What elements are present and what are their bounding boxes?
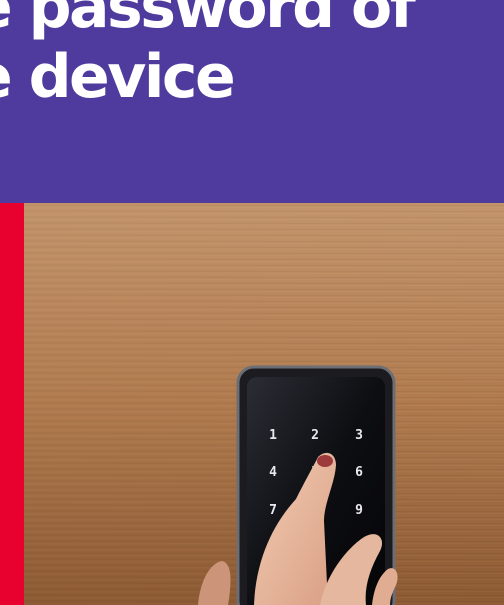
accent-bar bbox=[0, 203, 24, 605]
keypad-key-1: 1 bbox=[269, 428, 277, 443]
keypad-key-6: 6 bbox=[355, 465, 363, 480]
fingernail bbox=[317, 455, 333, 467]
headline: e password of e device bbox=[0, 0, 416, 112]
headline-line-2: e device bbox=[0, 42, 236, 112]
header-banner: e password of e device bbox=[0, 0, 504, 203]
headline-line-1: e password of bbox=[0, 0, 416, 42]
keypad-key-7: 7 bbox=[269, 503, 277, 518]
keypad-key-4: 4 bbox=[269, 465, 277, 480]
keypad-key-9: 9 bbox=[355, 503, 363, 518]
keypad-key-3: 3 bbox=[355, 428, 363, 443]
keypad-photo: 1 2 3 4 5 6 7 8 9 1 bbox=[24, 203, 504, 605]
photo-illustration: 1 2 3 4 5 6 7 8 9 1 bbox=[24, 203, 504, 605]
keypad-key-2: 2 bbox=[311, 428, 319, 443]
